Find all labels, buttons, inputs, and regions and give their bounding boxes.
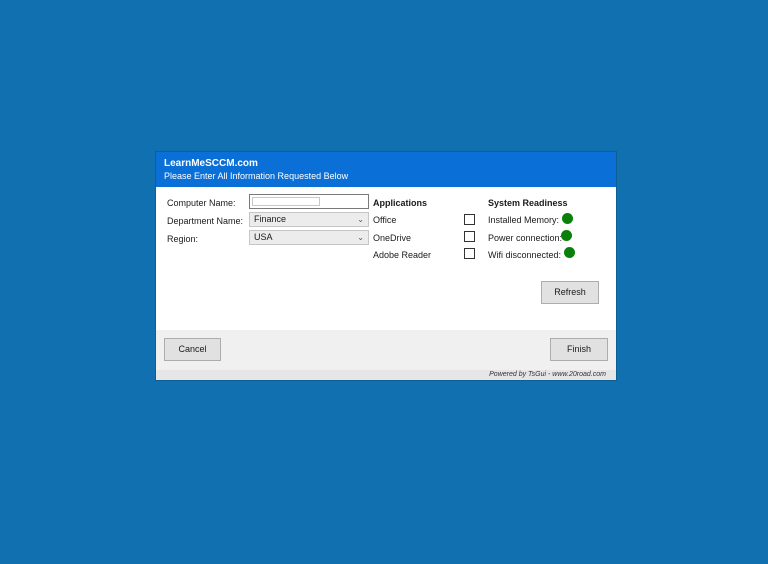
applications-heading: Applications [373, 198, 428, 208]
readiness-label-memory: Installed Memory: [488, 215, 560, 225]
chevron-down-icon: ⌄ [357, 233, 364, 242]
adobe-reader-checkbox[interactable] [464, 248, 475, 259]
dialog-subtitle: Please Enter All Information Requested B… [164, 171, 349, 181]
office-checkbox[interactable] [464, 214, 475, 225]
refresh-button[interactable]: Refresh [541, 281, 599, 304]
readiness-label-wifi: Wifi disconnected: [488, 250, 562, 260]
app-label-office: Office [373, 215, 397, 225]
computer-name-label: Computer Name: [167, 198, 236, 208]
department-select[interactable]: Finance ⌄ [249, 212, 369, 227]
system-readiness-heading: System Readiness [488, 198, 568, 208]
computer-name-input[interactable] [249, 194, 369, 209]
dialog-title: LearnMeSCCM.com [164, 158, 258, 169]
finish-button[interactable]: Finish [550, 338, 608, 361]
wifi-status-icon [564, 247, 575, 258]
region-label: Region: [167, 234, 199, 244]
power-status-icon [561, 230, 572, 241]
region-select[interactable]: USA ⌄ [249, 230, 369, 245]
app-label-adobe-reader: Adobe Reader [373, 250, 432, 260]
onedrive-checkbox[interactable] [464, 231, 475, 242]
memory-status-icon [562, 213, 573, 224]
app-label-onedrive: OneDrive [373, 233, 412, 243]
powered-by-text: Powered by TsGui - www.20road.com [156, 370, 616, 380]
department-label: Department Name: [167, 216, 244, 226]
region-selected-value: USA [254, 232, 273, 242]
computer-name-inner-box [252, 197, 320, 206]
chevron-down-icon: ⌄ [357, 215, 364, 224]
readiness-label-power: Power connection: [488, 233, 563, 243]
dialog-footer: Cancel Finish [156, 330, 616, 370]
cancel-button[interactable]: Cancel [164, 338, 221, 361]
department-selected-value: Finance [254, 214, 287, 224]
dialog-header: LearnMeSCCM.com Please Enter All Informa… [156, 152, 616, 187]
tsgui-dialog: LearnMeSCCM.com Please Enter All Informa… [156, 152, 616, 380]
